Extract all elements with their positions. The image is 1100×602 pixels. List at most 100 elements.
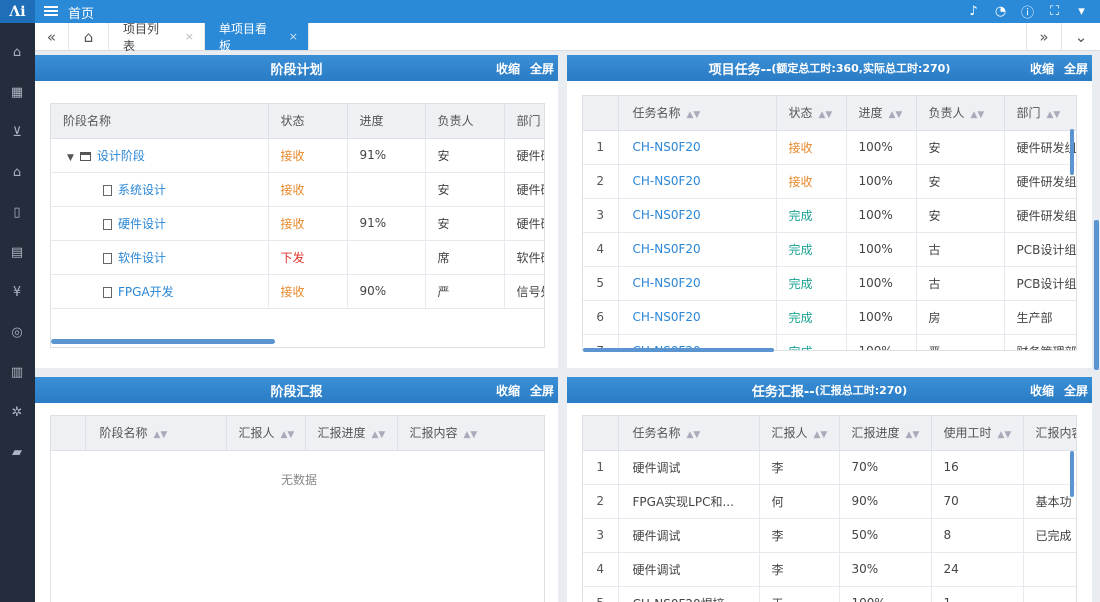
sidebar-table-icon[interactable]: ▥: [6, 361, 28, 383]
collapse-button[interactable]: 收缩: [496, 382, 520, 399]
vertical-scrollbar[interactable]: [1070, 451, 1074, 497]
table-row[interactable]: 系统设计 接收 安 硬件研: [51, 172, 544, 207]
reporter-cell: 王: [759, 586, 840, 602]
column-header[interactable]: 负责人 ▲▼: [916, 96, 1005, 131]
progress-cell: 100%: [846, 130, 917, 165]
panel-subtitle: (汇报总工时:270): [814, 384, 908, 397]
tab-home-icon[interactable]: ⌂: [69, 23, 109, 50]
task-name-link[interactable]: CH-NS0F20: [618, 232, 777, 267]
task-name-link[interactable]: CH-NS0F20: [618, 130, 777, 165]
column-header[interactable]: 进度 ▲▼: [846, 96, 917, 131]
progress-cell: [347, 240, 426, 275]
column-header[interactable]: 负责人: [425, 104, 505, 139]
stage-name-link[interactable]: 软件设计: [118, 251, 166, 265]
reporter-cell: 李: [759, 450, 840, 485]
column-header[interactable]: 汇报内容 ▲▼: [397, 416, 544, 451]
table-row[interactable]: 软件设计 下发 席 软件研: [51, 240, 544, 275]
dashboard-icon[interactable]: ◔: [992, 3, 1009, 20]
row-number: 4: [583, 552, 619, 587]
vertical-scrollbar[interactable]: [1070, 129, 1074, 175]
panel-title: 阶段汇报: [270, 384, 323, 400]
column-header[interactable]: 状态 ▲▼: [776, 96, 847, 131]
table-row[interactable]: 1 CH-NS0F20 接收 100% 安 硬件研发组: [583, 130, 1076, 165]
collapse-button[interactable]: 收缩: [1030, 60, 1054, 77]
fullscreen-button[interactable]: 全屏: [530, 60, 554, 77]
tab-single-project-board[interactable]: 单项目看板 ×: [205, 22, 309, 53]
fullscreen-button[interactable]: 全屏: [1064, 60, 1088, 77]
column-header[interactable]: 状态: [268, 104, 348, 139]
menu-toggle-icon[interactable]: [44, 4, 58, 18]
user-dropdown-icon[interactable]: ▾: [1073, 3, 1090, 20]
fullscreen-button[interactable]: 全屏: [530, 382, 554, 399]
sidebar-store-icon[interactable]: ⌂: [6, 41, 28, 63]
tab-project-list[interactable]: 项目列表 ×: [109, 22, 205, 53]
column-header[interactable]: 部门 ▲▼: [1004, 96, 1076, 131]
stage-name-link[interactable]: FPGA开发: [118, 285, 174, 299]
sidebar-report-icon[interactable]: ▰: [6, 441, 28, 463]
row-number: 1: [583, 450, 619, 485]
sidebar-home-icon[interactable]: ⌂: [6, 161, 28, 183]
fullscreen-button[interactable]: 全屏: [1064, 382, 1088, 399]
sidebar-document-icon[interactable]: ▯: [6, 201, 28, 223]
task-name-link[interactable]: CH-NS0F20: [618, 266, 777, 301]
fullscreen-icon[interactable]: ⛶: [1046, 3, 1063, 20]
sidebar-list-icon[interactable]: ▤: [6, 241, 28, 263]
table-row[interactable]: 5 CH-NS0F20焊接 王 100% 1: [583, 586, 1076, 602]
column-header[interactable]: 任务名称 ▲▼: [618, 416, 760, 451]
progress-cell: [347, 172, 426, 207]
tab-scroll-left-button[interactable]: «: [35, 23, 69, 50]
column-header[interactable]: 部门: [504, 104, 544, 139]
table-row[interactable]: 3 CH-NS0F20 完成 100% 安 硬件研发组: [583, 198, 1076, 233]
collapse-button[interactable]: 收缩: [496, 60, 520, 77]
table-row[interactable]: ▼ 设计阶段 接收 91% 安 硬件研: [51, 138, 544, 173]
home-label[interactable]: 首页: [68, 3, 94, 22]
owner-cell: 古: [916, 266, 1005, 301]
status-cell: 下发: [268, 240, 348, 275]
collapse-button[interactable]: 收缩: [1030, 382, 1054, 399]
sidebar-currency-icon[interactable]: ¥: [6, 281, 28, 303]
task-name-link[interactable]: CH-NS0F20: [618, 198, 777, 233]
horizontal-scrollbar[interactable]: [51, 339, 275, 344]
table-row[interactable]: 5 CH-NS0F20 完成 100% 古 PCB设计组: [583, 266, 1076, 301]
close-icon[interactable]: ×: [289, 30, 298, 43]
tab-scroll-right-button[interactable]: »: [1026, 23, 1062, 50]
column-header[interactable]: 任务名称 ▲▼: [618, 96, 777, 131]
column-header[interactable]: 汇报进度 ▲▼: [305, 416, 398, 451]
table-row[interactable]: 4 CH-NS0F20 完成 100% 古 PCB设计组: [583, 232, 1076, 267]
stage-name-link[interactable]: 设计阶段: [97, 149, 145, 163]
bell-icon[interactable]: ♪: [965, 3, 982, 20]
table-row[interactable]: 硬件设计 接收 91% 安 硬件研: [51, 206, 544, 241]
close-icon[interactable]: ×: [185, 30, 194, 43]
table-row[interactable]: 4 硬件调试 李 30% 24: [583, 552, 1076, 587]
column-header[interactable]: 进度: [347, 104, 426, 139]
sidebar-apps-icon[interactable]: ▦: [6, 81, 28, 103]
column-header[interactable]: 汇报内容: [1023, 416, 1076, 451]
expand-arrow-icon[interactable]: ▼: [67, 153, 74, 163]
column-header[interactable]: 汇报进度 ▲▼: [839, 416, 932, 451]
column-header[interactable]: 使用工时 ▲▼: [931, 416, 1024, 451]
sidebar-cart-icon[interactable]: ⊻: [6, 121, 28, 143]
column-header[interactable]: 阶段名称: [51, 104, 269, 139]
task-name-link[interactable]: CH-NS0F20: [618, 164, 777, 199]
info-icon[interactable]: ⓘ: [1019, 3, 1036, 21]
table-row[interactable]: 2 CH-NS0F20 接收 100% 安 硬件研发组: [583, 164, 1076, 199]
stage-name-link[interactable]: 硬件设计: [118, 217, 166, 231]
table-row[interactable]: FPGA开发 接收 90% 严 信号处: [51, 274, 544, 309]
column-header[interactable]: 汇报人 ▲▼: [226, 416, 306, 451]
table-row[interactable]: 2 FPGA实现LPC和... 何 90% 70 基本功: [583, 484, 1076, 519]
tab-menu-dropdown-button[interactable]: ⌄: [1062, 23, 1100, 50]
row-number: 1: [583, 130, 619, 165]
task-name-link[interactable]: CH-NS0F20: [618, 300, 777, 335]
page-vertical-scrollbar[interactable]: [1094, 220, 1099, 370]
row-number: 2: [583, 164, 619, 199]
sidebar-settings-icon[interactable]: ✲: [6, 401, 28, 423]
sidebar-badge-icon[interactable]: ◎: [6, 321, 28, 343]
column-header[interactable]: 汇报人 ▲▼: [759, 416, 840, 451]
table-row[interactable]: 6 CH-NS0F20 完成 100% 房 生产部: [583, 300, 1076, 335]
column-header[interactable]: 阶段名称 ▲▼: [85, 416, 227, 451]
stage-name-link[interactable]: 系统设计: [118, 183, 166, 197]
table-row[interactable]: 1 硬件调试 李 70% 16: [583, 450, 1076, 485]
table-row[interactable]: 3 硬件调试 李 50% 8 已完成: [583, 518, 1076, 553]
horizontal-scrollbar[interactable]: [583, 348, 774, 352]
owner-cell: 严: [425, 274, 505, 309]
